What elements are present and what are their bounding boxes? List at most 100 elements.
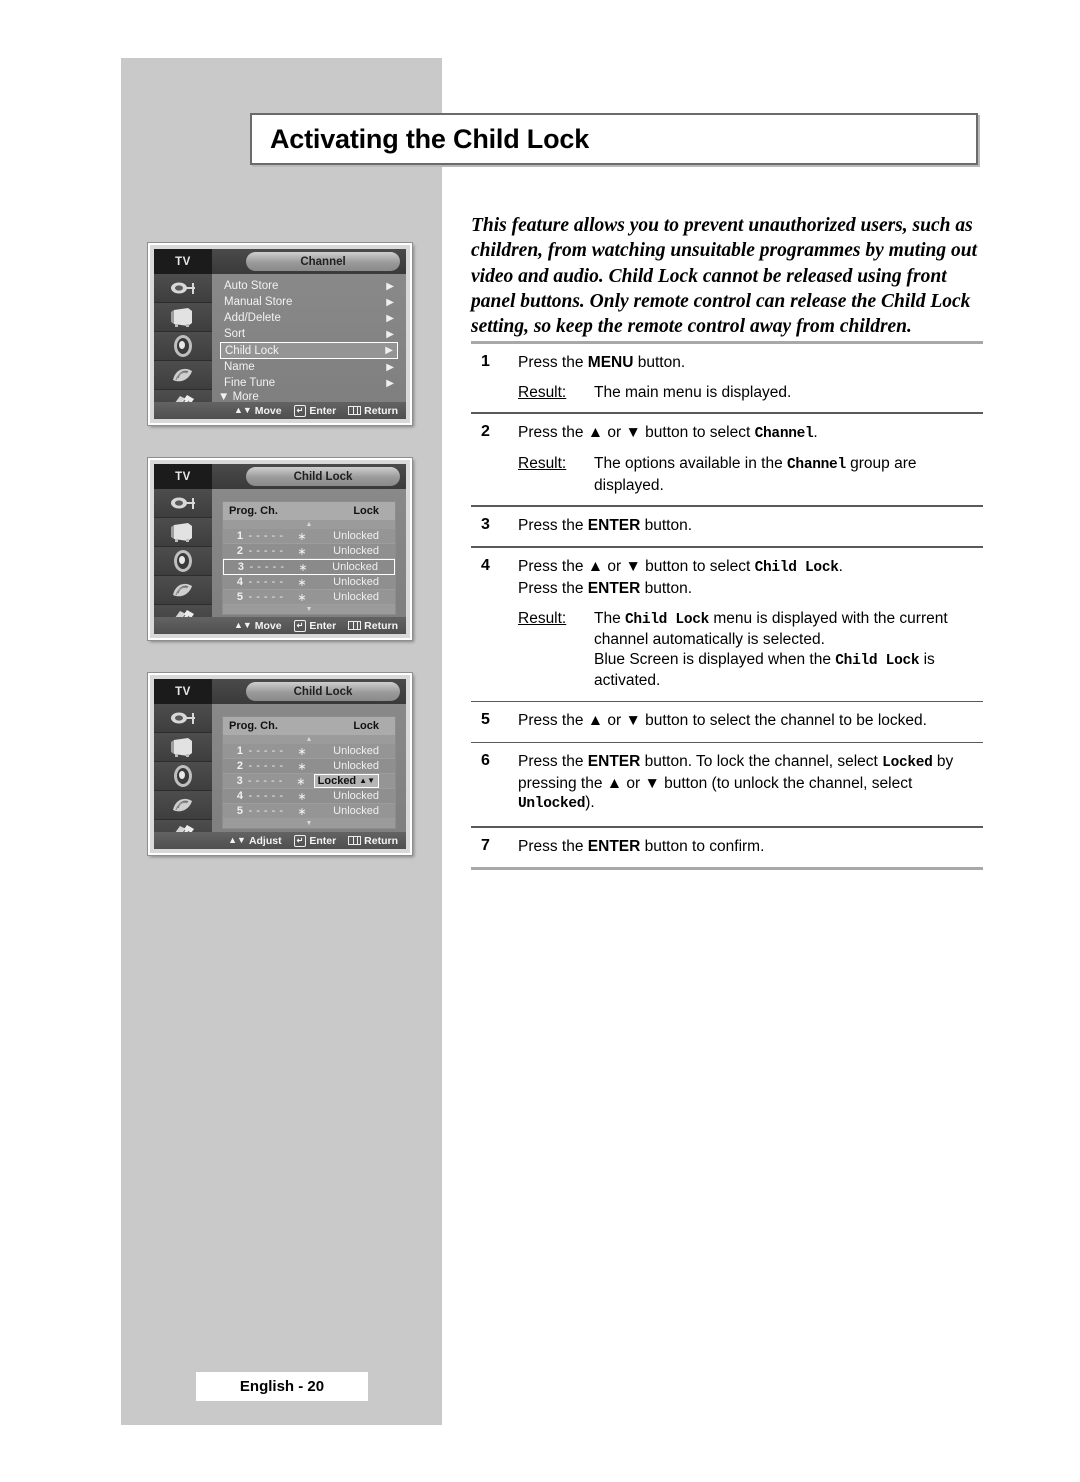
- cell-prog-number: 4: [236, 576, 243, 588]
- osd-help-enter-label: Enter: [309, 619, 337, 632]
- result-label: Result:: [518, 455, 567, 473]
- step-item: 6 Press the ENTER button. To lock the cha…: [471, 743, 983, 826]
- cell-lock-state: Unlocked: [333, 545, 379, 557]
- osd-menu-item[interactable]: Name ▶: [220, 359, 398, 375]
- osd-screenshot-child-lock-locked: TV Child Lock Prog. Ch. Lock ▲ 1 - - - - …: [147, 672, 413, 856]
- osd-menu-item-label: Auto Store: [224, 280, 279, 292]
- enter-key-icon: ↵: [293, 619, 307, 632]
- cell-star: ∗: [297, 545, 307, 558]
- child-lock-table: Prog. Ch. Lock ▲ 1 - - - - - ∗ Unlocked 2 - -…: [222, 501, 396, 615]
- table-row[interactable]: 1 - - - - - ∗ Unlocked: [223, 744, 395, 759]
- step-body: Press the ▲ or ▼ button to select the ch…: [518, 711, 983, 732]
- updown-arrow-icon: ▲▼: [228, 835, 246, 845]
- step-item: 7 Press the ENTER button to confirm.: [471, 828, 983, 868]
- cell-prog-number: 3: [237, 561, 244, 573]
- step-number: 6: [481, 752, 490, 770]
- chevron-right-icon: ▶: [386, 328, 394, 340]
- cell-prog-number: 1: [236, 530, 243, 542]
- table-body: 1- - - - - ∗ Unlocked 2- - - - - ∗ Unlocked 3-…: [223, 744, 395, 819]
- cell-prog-number: 3: [236, 775, 243, 787]
- osd-help-bar: ▲▼ Move ↵ Enter Return: [154, 617, 406, 634]
- step-text: Press the MENU button.: [518, 354, 686, 371]
- step-body: Press the ENTER button. To lock the chan…: [518, 752, 983, 816]
- cell-lock-state: Locked ▲▼: [313, 774, 389, 788]
- cell-lock-state: Unlocked: [333, 790, 379, 802]
- step-item: 1 Press the MENU button. Result: The main m…: [471, 344, 983, 412]
- cell-lock-state: Unlocked: [333, 576, 379, 588]
- osd-menu-item[interactable]: Auto Store ▶: [220, 278, 398, 294]
- chevron-right-icon: ▶: [386, 280, 394, 292]
- cell-lock-state: Unlocked: [333, 591, 379, 603]
- table-header-row: Prog. Ch. Lock: [223, 502, 395, 520]
- cell-prog-number: 5: [236, 805, 243, 817]
- cell-prog-number: 2: [236, 545, 243, 557]
- cell-channel: - - - - -: [248, 805, 284, 817]
- osd-help-enter-label: Enter: [309, 834, 337, 847]
- cell-star: ∗: [297, 760, 307, 773]
- osd-menu-item[interactable]: Add/Delete ▶: [220, 310, 398, 326]
- osd-icon-sidebar: [154, 704, 212, 849]
- sound-icon: [154, 762, 212, 791]
- step-item: 3 Press the ENTER button.: [471, 507, 983, 547]
- table-row[interactable]: 1 - - - - - ∗ Unlocked: [223, 529, 395, 544]
- osd-icon-sidebar: [154, 274, 212, 419]
- osd-menu-item-label: Sort: [224, 328, 246, 340]
- step-text: Press the ENTER button.: [518, 516, 693, 534]
- antenna-icon: [154, 489, 212, 518]
- table-row[interactable]: 5 - - - - - ∗ Unlocked: [223, 804, 395, 819]
- cell-lock-state: Unlocked: [333, 530, 379, 542]
- scroll-up-indicator[interactable]: ▲: [223, 735, 395, 744]
- table-row[interactable]: 3 - - - - - ∗ Locked ▲▼: [223, 774, 395, 789]
- osd-help-bar: ▲▼ Adjust ↵ Enter Return: [154, 832, 406, 849]
- osd-inner: TV Channel Auto Store ▶ Manual Store ▶ Add/D…: [154, 249, 406, 419]
- table-row[interactable]: 2 - - - - - ∗ Unlocked: [223, 544, 395, 559]
- step-number: 5: [481, 711, 490, 729]
- cell-lock-state: Unlocked: [332, 561, 378, 573]
- osd-menu-item[interactable]: Fine Tune ▶: [220, 375, 398, 391]
- step-item: 2 Press the ▲ or ▼ button to select Chann…: [471, 414, 983, 506]
- osd-tab-title: Child Lock: [246, 467, 400, 486]
- osd-screenshot-child-lock-list: TV Child Lock Prog. Ch. Lock ▲ 1 - - - - …: [147, 457, 413, 641]
- osd-tv-label: TV: [154, 679, 212, 704]
- table-row[interactable]: 5 - - - - - ∗ Unlocked: [223, 590, 395, 605]
- osd-help-move: ▲▼ Move: [234, 405, 282, 417]
- cell-channel: - - - - -: [248, 576, 284, 588]
- osd-menu-item-label: Manual Store: [224, 296, 293, 308]
- osd-help-return: Return: [348, 620, 398, 632]
- cell-channel: - - - - -: [248, 760, 284, 772]
- lock-value-selector[interactable]: Locked ▲▼: [313, 774, 379, 788]
- osd-menu-item[interactable]: Manual Store ▶: [220, 294, 398, 310]
- table-row[interactable]: 4 - - - - - ∗ Unlocked: [223, 789, 395, 804]
- osd-help-return-label: Return: [364, 404, 398, 417]
- osd-help-move: ▲▼ Move: [234, 620, 282, 632]
- enter-key-icon: ↵: [293, 834, 307, 847]
- chevron-right-icon: ▶: [385, 345, 393, 356]
- step-body: Press the ENTER button.: [518, 516, 983, 537]
- picture-icon: [154, 303, 212, 332]
- scroll-down-indicator[interactable]: ▼: [223, 819, 395, 828]
- osd-help-enter: ↵ Enter: [293, 404, 336, 417]
- scroll-up-indicator[interactable]: ▲: [223, 520, 395, 529]
- osd-help-enter: ↵ Enter: [293, 834, 337, 847]
- cell-star: ∗: [296, 775, 306, 788]
- chevron-right-icon: ▶: [386, 377, 394, 389]
- osd-menu-item[interactable]: Sort ▶: [220, 326, 398, 342]
- lock-value-label: Locked: [317, 775, 357, 787]
- table-header-row: Prog. Ch. Lock: [223, 717, 395, 735]
- osd-menu-item[interactable]: Child Lock ▶: [220, 342, 398, 359]
- scroll-down-indicator[interactable]: ▼: [223, 605, 395, 614]
- manual-page: Activating the Child Lock This feature a…: [0, 0, 1080, 1482]
- setup-icon: [154, 361, 212, 390]
- step-item: 4 Press the ▲ or ▼ button to select Child…: [471, 548, 983, 701]
- step-body: Press the ▲ or ▼ button to select Child …: [518, 557, 983, 691]
- table-row[interactable]: 4 - - - - - ∗ Unlocked: [223, 575, 395, 590]
- osd-help-return: Return: [348, 405, 398, 417]
- osd-help-move-label: Move: [254, 404, 282, 417]
- step-number: 1: [481, 353, 490, 370]
- osd-help-return-label: Return: [364, 834, 398, 847]
- cell-lock-state: Unlocked: [333, 805, 379, 817]
- step-item: 5 Press the ▲ or ▼ button to select the c…: [471, 702, 983, 742]
- cell-star: ∗: [298, 561, 308, 574]
- table-row[interactable]: 2 - - - - - ∗ Unlocked: [223, 759, 395, 774]
- table-row[interactable]: 3 - - - - - ∗ Unlocked: [223, 559, 395, 575]
